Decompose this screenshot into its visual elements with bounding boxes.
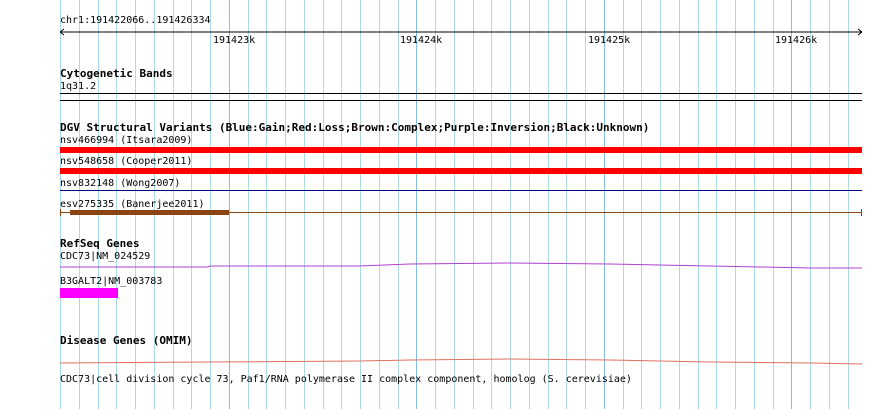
variant-label[interactable]: nsv548658 (Cooper2011): [60, 156, 192, 167]
dgv-track-title: DGV Structural Variants (Blue:Gain;Red:L…: [60, 121, 650, 134]
variant-label[interactable]: nsv832148 (Wong2007): [60, 178, 180, 189]
gene-label[interactable]: B3GALT2|NM_003783: [60, 276, 162, 287]
cytoband-label[interactable]: 1q31.2: [60, 81, 96, 92]
ruler-tick-label: 191424k: [400, 35, 443, 46]
variant-bar-loss[interactable]: [60, 168, 862, 174]
locus-label: chr1:191422066..191426334: [60, 15, 211, 26]
variant-block-complex[interactable]: [70, 210, 229, 215]
ruler-tick-label: 191426k: [775, 35, 818, 46]
omim-track-title: Disease Genes (OMIM): [60, 334, 193, 347]
ruler-axis: [60, 28, 862, 36]
omim-entry-label[interactable]: CDC73|cell division cycle 73, Paf1/RNA p…: [60, 374, 632, 385]
variant-line-gain[interactable]: [60, 190, 862, 191]
variant-start-tick: [60, 209, 61, 216]
omim-feature-line[interactable]: [60, 354, 862, 368]
ruler[interactable]: [60, 26, 862, 46]
ruler-tick-label: 191425k: [588, 35, 631, 46]
variant-end-tick: [861, 209, 862, 216]
cytoband-line[interactable]: [60, 93, 862, 94]
gene-exon-block[interactable]: [60, 288, 118, 298]
variant-bar-loss[interactable]: [60, 147, 862, 153]
variant-label[interactable]: nsv466994 (Itsara2009): [60, 135, 192, 146]
refseq-track-title: RefSeq Genes: [60, 237, 140, 250]
gene-intron-line[interactable]: [60, 260, 862, 274]
variant-label[interactable]: esv275335 (Banerjee2011): [60, 199, 205, 210]
cytoband-track-title: Cytogenetic Bands: [60, 67, 173, 80]
cytoband-line: [60, 100, 862, 101]
ruler-tick-label: 191423k: [213, 35, 256, 46]
